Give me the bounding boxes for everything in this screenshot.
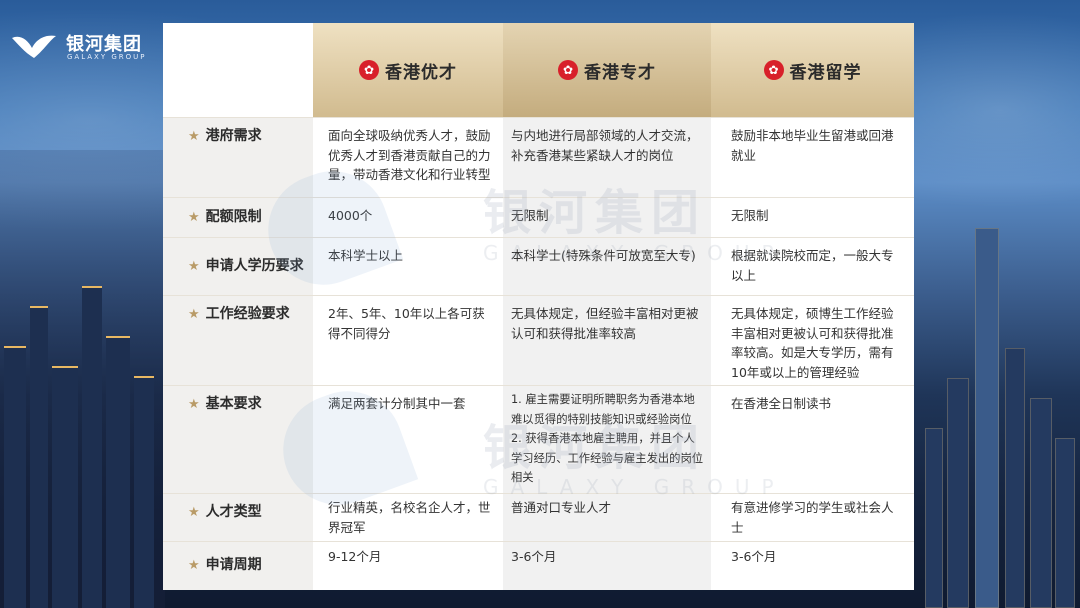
city-skyline-right: [915, 200, 1080, 608]
watermark-text: 银河集团: [483, 185, 708, 241]
cell-zhuancai: 无具体规定，但经验丰富相对更被认可和获得批准率较高: [503, 296, 711, 386]
row-label-cell: ★ 工作经验要求: [163, 296, 313, 386]
galaxy-group-logo: 银河集团 GALAXY GROUP: [10, 26, 150, 66]
logo-english-text: GALAXY GROUP: [67, 53, 147, 61]
star-icon: ★: [188, 397, 200, 412]
star-icon: ★: [188, 259, 200, 275]
cell-youcai: 9-12个月: [313, 542, 503, 590]
watermark-english: GALAXY GROUP: [483, 241, 786, 265]
row-label: 人才类型: [205, 504, 262, 520]
star-icon: ★: [188, 307, 200, 322]
header-zhuancai: 香港专才: [503, 23, 711, 117]
city-skyline-left: [0, 150, 165, 608]
row-label-cell: ★ 申请周期: [163, 542, 313, 590]
comparison-table: 香港优才 香港专才 香港留学 ★港府需求 面向全球吸纳优秀人才，鼓励优秀人才到香…: [163, 23, 914, 590]
watermark-text: 银河集团: [483, 420, 708, 476]
cell-zhuancai: 3-6个月: [503, 542, 711, 590]
row-label: 工作经验要求: [205, 306, 290, 322]
header-liuxue: 香港留学: [711, 23, 914, 117]
table-row: ★ 工作经验要求 2年、5年、10年以上各可获得不同得分 无具体规定，但经验丰富相…: [163, 295, 914, 386]
star-icon: ★: [188, 129, 200, 144]
hk-bauhinia-flag-icon: [359, 60, 379, 80]
header-youcai: 香港优才: [313, 23, 503, 117]
row-label: 申请周期: [205, 557, 262, 574]
header-label: 香港留学: [789, 62, 862, 83]
hk-bauhinia-flag-icon: [763, 60, 784, 80]
row-label: 配额限制: [205, 209, 262, 226]
row-label-cell: ★ 人才类型: [163, 494, 313, 542]
row-label: 港府需求: [205, 128, 262, 144]
cell-zhuancai: 普通对口专业人才: [503, 494, 711, 542]
table-row: ★ 申请周期 9-12个月 3-6个月 3-6个月: [163, 541, 914, 590]
row-label: 基本要求: [205, 396, 262, 412]
cell-liuxue: 3-6个月: [711, 542, 914, 590]
header-empty-cell: [163, 23, 313, 117]
cell-liuxue: 无限制: [711, 198, 914, 238]
header-label: 香港优才: [385, 62, 457, 83]
cell-liuxue: 无具体规定，硕博生工作经验丰富相对更被认可和获得批准率较高。如是大专学历，需有1…: [711, 296, 914, 386]
cell-liuxue: 鼓励非本地毕业生留港或回港就业: [711, 118, 914, 198]
whale-logo-icon: [12, 35, 56, 58]
star-icon: ★: [188, 505, 200, 520]
table-row: ★ 人才类型 行业精英，名校名企人才，世界冠军 普通对口专业人才 有意进修学习的学…: [163, 493, 914, 542]
star-icon: ★: [188, 558, 200, 574]
cell-liuxue: 有意进修学习的学生或社会人士: [711, 494, 914, 542]
watermark-english: GALAXY GROUP: [483, 475, 786, 499]
header-label: 香港专才: [584, 62, 656, 83]
cell-youcai: 2年、5年、10年以上各可获得不同得分: [313, 296, 503, 386]
star-icon: ★: [188, 210, 200, 226]
hk-bauhinia-flag-icon: [558, 60, 578, 80]
